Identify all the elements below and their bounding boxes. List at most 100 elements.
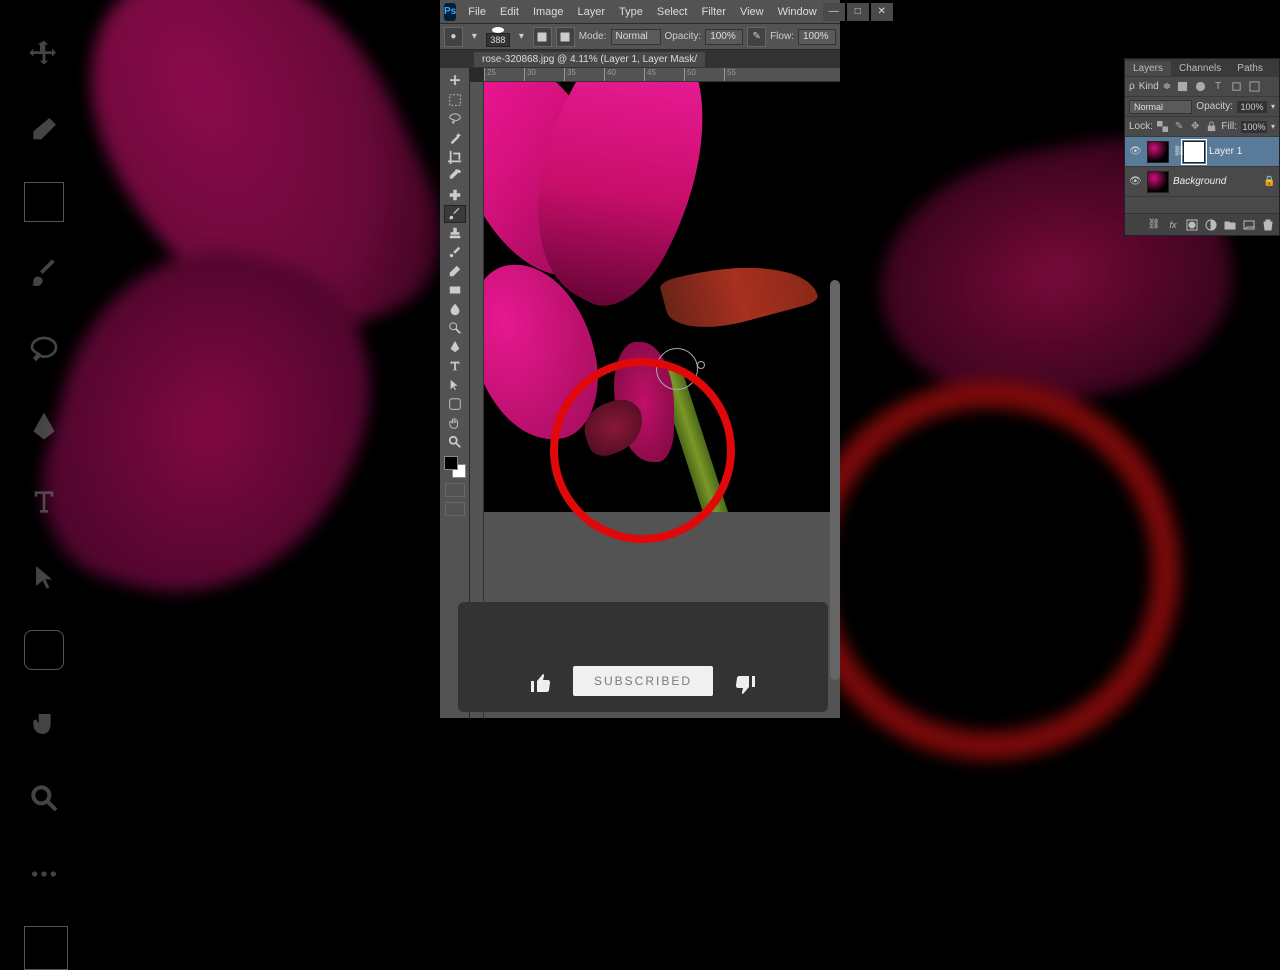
- layer-name[interactable]: Background: [1173, 176, 1226, 187]
- lock-icon: 🔒: [1263, 176, 1275, 187]
- document-tab[interactable]: rose-320868.jpg @ 4.11% (Layer 1, Layer …: [474, 52, 705, 67]
- brush-dropdown[interactable]: ▾: [514, 28, 529, 46]
- layer-blend-select[interactable]: Normal: [1129, 100, 1192, 114]
- fill-label: Fill:: [1221, 121, 1237, 132]
- hand-tool[interactable]: [444, 414, 466, 432]
- layer-opacity-input[interactable]: 100%: [1237, 101, 1267, 113]
- flow-input[interactable]: 100%: [798, 29, 836, 45]
- menu-layer[interactable]: Layer: [572, 4, 612, 20]
- tool-preset-dropdown[interactable]: ▾: [467, 28, 482, 46]
- quickmask-toggle[interactable]: [445, 483, 465, 497]
- layer-name[interactable]: Layer 1: [1209, 146, 1242, 157]
- filter-smart-icon[interactable]: [1247, 80, 1261, 94]
- type-tool[interactable]: [444, 357, 466, 375]
- mask-icon[interactable]: [1185, 218, 1199, 232]
- mode-label: Mode:: [579, 31, 607, 42]
- options-bar: ● ▾ 388 ▾ Mode: Normal Opacity: 100% ✎ F…: [440, 24, 840, 50]
- canvas-image[interactable]: [484, 82, 840, 512]
- lock-all-icon[interactable]: [1205, 120, 1217, 134]
- path-select-tool[interactable]: [444, 376, 466, 394]
- history-brush-tool[interactable]: [444, 243, 466, 261]
- blur-tool[interactable]: [444, 300, 466, 318]
- shape-tool[interactable]: [444, 395, 466, 413]
- link-layers-icon[interactable]: ⛓: [1147, 218, 1161, 232]
- layer-mask-thumb[interactable]: [1183, 141, 1205, 163]
- brush-tool[interactable]: [444, 205, 466, 223]
- pen-tool[interactable]: [444, 338, 466, 356]
- menu-file[interactable]: File: [462, 4, 492, 20]
- zoom-tool-icon: [20, 774, 68, 822]
- wand-tool[interactable]: [444, 129, 466, 147]
- new-layer-icon[interactable]: [1242, 218, 1256, 232]
- dodge-tool[interactable]: [444, 319, 466, 337]
- thumbs-up-icon[interactable]: [529, 672, 553, 696]
- ellipsis-icon: [20, 850, 68, 898]
- filter-shape-icon[interactable]: [1229, 80, 1243, 94]
- lasso-tool-icon: [20, 326, 68, 374]
- menu-edit[interactable]: Edit: [494, 4, 525, 20]
- layer-thumb[interactable]: [1147, 141, 1169, 163]
- app-icon: Ps: [444, 3, 456, 21]
- lasso-tool[interactable]: [444, 110, 466, 128]
- zoom-tool[interactable]: [444, 433, 466, 451]
- fx-icon[interactable]: fx: [1166, 218, 1180, 232]
- layers-panel: ≡ » 80 Layers Channels Paths ρ Kind ≑ T …: [1124, 58, 1280, 236]
- move-tool[interactable]: [444, 72, 466, 90]
- foreground-swatch-icon: [24, 926, 68, 970]
- close-button[interactable]: ✕: [871, 3, 893, 21]
- tool-preset-icon[interactable]: ●: [444, 27, 463, 47]
- menu-type[interactable]: Type: [613, 4, 649, 20]
- lock-trans-icon[interactable]: [1157, 120, 1169, 134]
- menu-view[interactable]: View: [734, 4, 770, 20]
- panel-tabs: Layers Channels Paths: [1125, 59, 1279, 77]
- brush-settings-icon[interactable]: [556, 27, 575, 47]
- menu-select[interactable]: Select: [651, 4, 694, 20]
- layer-row-1[interactable]: 👁 ⛓ Layer 1: [1125, 137, 1279, 167]
- visibility-icon[interactable]: 👁: [1129, 146, 1143, 157]
- fill-input[interactable]: 100%: [1241, 121, 1267, 133]
- screenmode-toggle[interactable]: [445, 502, 465, 516]
- visibility-icon[interactable]: 👁: [1129, 176, 1143, 187]
- marquee-tool[interactable]: [444, 91, 466, 109]
- lock-paint-icon[interactable]: ✎: [1173, 120, 1185, 134]
- color-swatch-icon: [24, 182, 64, 222]
- pen-tool-icon: [20, 402, 68, 450]
- thumbs-down-icon[interactable]: [733, 672, 757, 696]
- subscribe-button[interactable]: SUBSCRIBED: [573, 666, 713, 696]
- menu-image[interactable]: Image: [527, 4, 570, 20]
- gradient-tool[interactable]: [444, 281, 466, 299]
- delete-icon[interactable]: [1261, 218, 1275, 232]
- minimize-button[interactable]: —: [823, 3, 845, 21]
- tab-paths[interactable]: Paths: [1229, 61, 1271, 76]
- layer-row-bg[interactable]: 👁 Background 🔒: [1125, 167, 1279, 197]
- pressure-opacity-icon[interactable]: ✎: [747, 27, 766, 47]
- stamp-tool[interactable]: [444, 224, 466, 242]
- opacity-input[interactable]: 100%: [705, 29, 743, 45]
- type-tool-icon: [20, 478, 68, 526]
- brush-panel-icon[interactable]: [533, 27, 552, 47]
- maximize-button[interactable]: □: [847, 3, 869, 21]
- adjustment-icon[interactable]: [1204, 218, 1218, 232]
- filter-pixel-icon[interactable]: [1175, 80, 1189, 94]
- color-swatches[interactable]: [444, 456, 466, 478]
- menubar: File Edit Image Layer Type Select Filter…: [462, 4, 822, 20]
- menu-filter[interactable]: Filter: [695, 4, 731, 20]
- tab-channels[interactable]: Channels: [1171, 61, 1229, 76]
- tab-layers[interactable]: Layers: [1125, 61, 1171, 76]
- eyedropper-tool[interactable]: [444, 167, 466, 185]
- opacity-label: Opacity:: [665, 31, 702, 42]
- move-tool-icon: [20, 30, 68, 78]
- blend-mode-select[interactable]: Normal: [611, 29, 661, 45]
- lock-pos-icon[interactable]: ✥: [1189, 120, 1201, 134]
- filter-type-icon[interactable]: T: [1211, 80, 1225, 94]
- brush-size-input[interactable]: 388: [486, 33, 510, 47]
- scrollbar[interactable]: [830, 280, 840, 680]
- menu-window[interactable]: Window: [772, 4, 823, 20]
- crop-tool[interactable]: [444, 148, 466, 166]
- eraser-tool[interactable]: [444, 262, 466, 280]
- healing-tool[interactable]: [444, 186, 466, 204]
- layer-thumb[interactable]: [1147, 171, 1169, 193]
- subscribe-overlay: SUBSCRIBED: [458, 602, 828, 712]
- filter-adjust-icon[interactable]: [1193, 80, 1207, 94]
- group-icon[interactable]: [1223, 218, 1237, 232]
